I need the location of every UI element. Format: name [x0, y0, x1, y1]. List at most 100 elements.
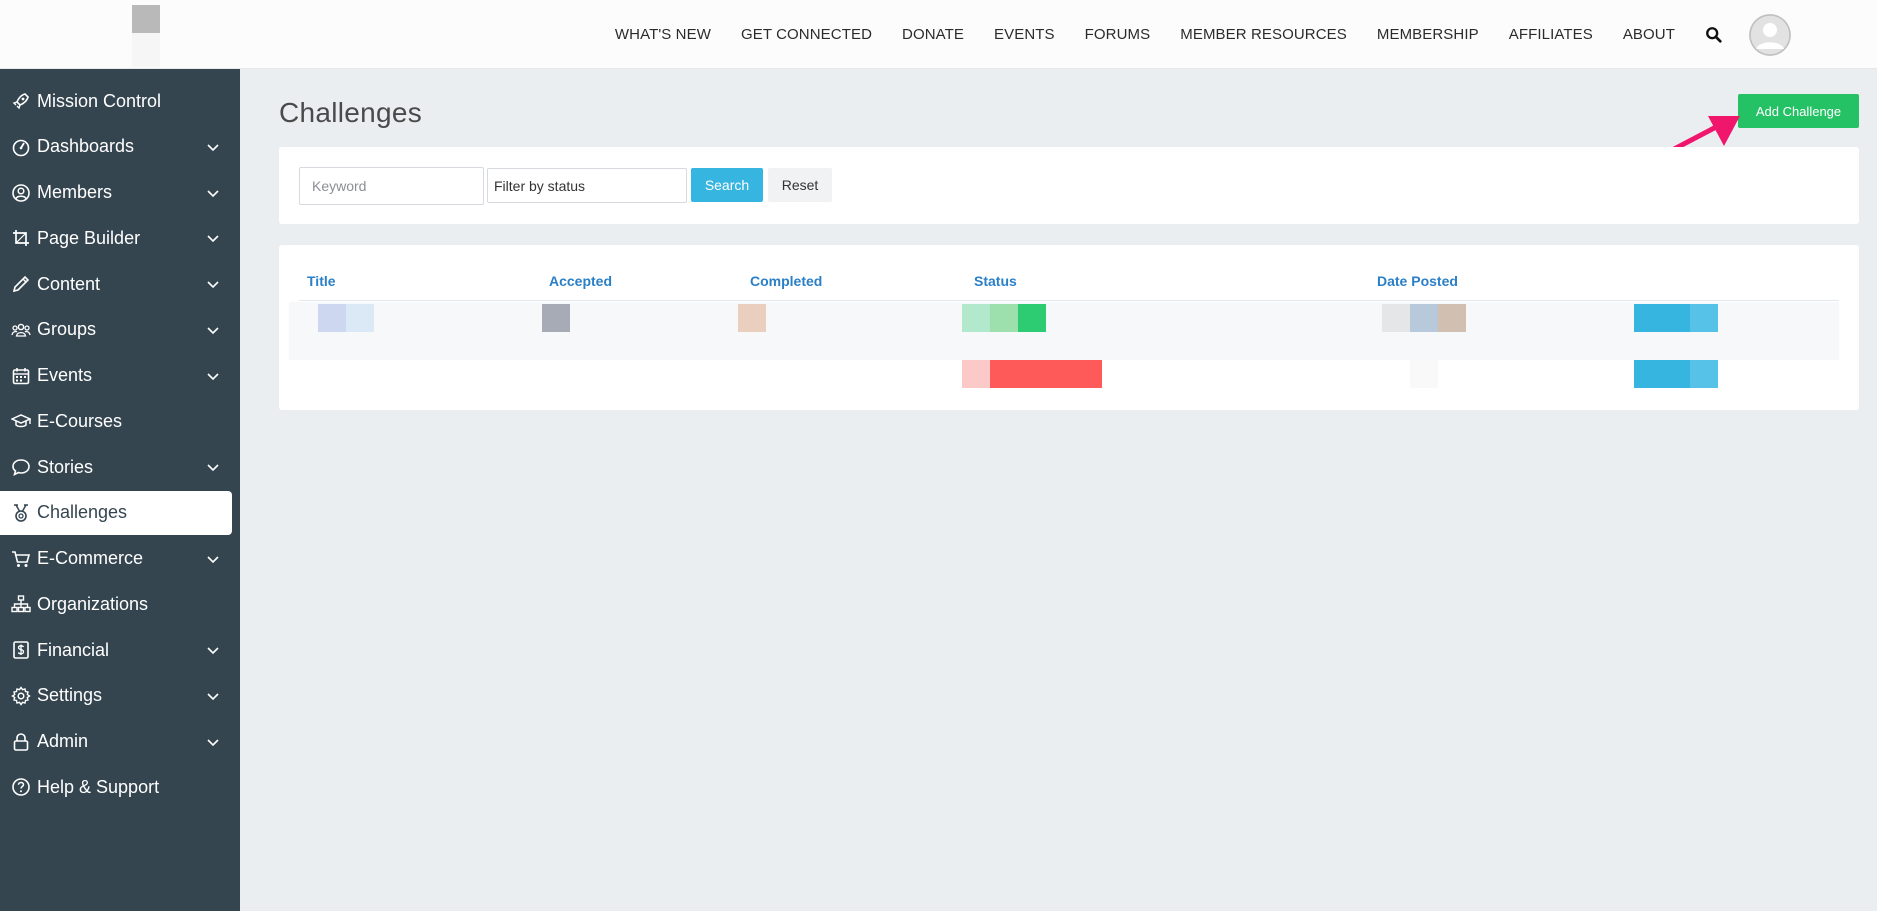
sidebar-item-organizations[interactable]: Organizations: [0, 582, 232, 626]
speech-bubble-icon: [12, 459, 30, 477]
sidebar-item-label: Dashboards: [37, 136, 135, 157]
medal-icon: [14, 504, 28, 522]
redacted-completed-cell: [738, 304, 766, 332]
keyword-input[interactable]: [299, 167, 484, 205]
chevron-down-icon[interactable]: [206, 643, 220, 657]
column-header-accepted[interactable]: Accepted: [549, 273, 612, 289]
chevron-down-icon[interactable]: [206, 277, 220, 291]
calendar-icon: [12, 367, 30, 384]
sidebar-item-label: Settings: [37, 685, 103, 706]
chevron-down-icon[interactable]: [206, 552, 220, 566]
sidebar-item-events[interactable]: Events: [0, 354, 232, 398]
row-action-button[interactable]: [1634, 304, 1690, 332]
column-header-title[interactable]: Title: [307, 273, 336, 289]
add-challenge-button[interactable]: Add Challenge: [1738, 94, 1859, 128]
top-navigation: WHAT'S NEW GET CONNECTED DONATE EVENTS F…: [615, 0, 1877, 69]
sidebar-item-label: Groups: [37, 319, 97, 340]
sidebar-item-mission-control[interactable]: Mission Control: [0, 79, 232, 123]
chevron-down-icon[interactable]: [206, 140, 220, 154]
site-logo-shadow: [132, 33, 160, 67]
dollar-icon: [13, 641, 29, 659]
gear-icon: [11, 686, 31, 706]
redacted-date-cell: [1410, 304, 1438, 332]
nav-forums[interactable]: FORUMS: [1085, 26, 1151, 43]
sidebar-item-label: Mission Control: [37, 90, 162, 111]
redacted-accepted-cell: [542, 304, 570, 332]
search-icon[interactable]: [1705, 26, 1723, 44]
sitemap-icon: [11, 595, 31, 613]
user-avatar-icon[interactable]: [1749, 13, 1791, 56]
nav-get-connected[interactable]: GET CONNECTED: [741, 26, 872, 43]
chevron-down-icon[interactable]: [206, 231, 220, 245]
column-header-completed[interactable]: Completed: [750, 273, 822, 289]
redacted-title-cell: [346, 304, 374, 332]
sidebar-item-label: Members: [37, 182, 113, 202]
nav-whats-new[interactable]: WHAT'S NEW: [615, 26, 711, 43]
table-header-divider: [299, 300, 1839, 301]
redacted-title-cell: [318, 304, 346, 332]
sidebar: Mission Control Dashboards Members Page Bui…: [0, 69, 240, 911]
nav-affiliates[interactable]: AFFILIATES: [1509, 26, 1593, 43]
sidebar-item-label: Organizations: [37, 593, 149, 614]
lock-icon: [13, 732, 29, 751]
status-badge: [990, 360, 1102, 388]
reset-button[interactable]: Reset: [768, 168, 832, 202]
nav-membership[interactable]: MEMBERSHIP: [1377, 26, 1479, 43]
crop-icon: [13, 230, 29, 247]
sidebar-item-admin[interactable]: Admin: [0, 720, 232, 764]
chevron-down-icon[interactable]: [206, 460, 220, 474]
filter-panel: Filter by status Search Reset: [279, 147, 1859, 224]
sidebar-item-e-commerce[interactable]: E-Commerce: [0, 537, 232, 581]
sidebar-item-stories[interactable]: Stories: [0, 445, 232, 489]
nav-member-resources[interactable]: MEMBER RESOURCES: [1180, 26, 1347, 43]
sidebar-item-label: Financial: [37, 639, 110, 660]
sidebar-item-e-courses[interactable]: E-Courses: [0, 399, 232, 443]
sidebar-item-label: Events: [37, 365, 93, 385]
sidebar-item-settings[interactable]: Settings: [0, 674, 232, 718]
pencil-icon: [12, 275, 30, 293]
chevron-down-icon[interactable]: [206, 689, 220, 703]
chevron-down-icon[interactable]: [206, 323, 220, 337]
sidebar-item-financial[interactable]: Financial: [0, 628, 232, 672]
redacted-date-cell: [1382, 304, 1410, 332]
table-row: [289, 333, 1839, 360]
column-header-date-posted[interactable]: Date Posted: [1377, 273, 1458, 289]
table-row: [289, 302, 1839, 333]
sidebar-item-members[interactable]: Members: [0, 171, 232, 215]
row-action-button[interactable]: [1634, 360, 1690, 388]
chevron-down-icon[interactable]: [206, 369, 220, 383]
gauge-icon: [12, 139, 30, 157]
sidebar-item-label: Stories: [37, 456, 94, 477]
sidebar-item-label: Page Builder: [37, 227, 141, 248]
rocket-icon: [12, 93, 29, 110]
users-icon: [11, 323, 31, 337]
sidebar-item-page-builder[interactable]: Page Builder: [0, 216, 232, 260]
sidebar-item-label: E-Courses: [37, 410, 123, 431]
status-filter-select[interactable]: Filter by status: [487, 168, 687, 203]
status-badge: [1018, 304, 1046, 332]
site-logo[interactable]: [132, 5, 160, 33]
sidebar-item-dashboards[interactable]: Dashboards: [0, 125, 232, 169]
status-badge: [962, 304, 990, 332]
status-badge: [990, 304, 1018, 332]
status-filter-value: Filter by status: [494, 177, 586, 194]
column-header-status[interactable]: Status: [974, 273, 1017, 289]
sidebar-item-challenges[interactable]: Challenges: [0, 490, 232, 535]
sidebar-item-label: E-Commerce: [37, 548, 144, 568]
search-button[interactable]: Search: [691, 168, 763, 202]
sidebar-item-content[interactable]: Content: [0, 262, 232, 306]
nav-donate[interactable]: DONATE: [902, 26, 964, 43]
nav-about[interactable]: ABOUT: [1623, 26, 1675, 43]
chevron-down-icon[interactable]: [206, 186, 220, 200]
sidebar-item-label: Content: [37, 273, 101, 294]
sidebar-item-label: Help & Support: [37, 776, 160, 797]
redacted-date-cell: [1410, 360, 1438, 388]
chevron-down-icon[interactable]: [206, 735, 220, 749]
sidebar-item-groups[interactable]: Groups: [0, 308, 232, 352]
row-action-button[interactable]: [1690, 304, 1718, 332]
row-action-button[interactable]: [1690, 360, 1718, 388]
sidebar-item-label: Admin: [37, 731, 89, 751]
sidebar-item-help-and-support[interactable]: Help & Support: [0, 765, 232, 809]
nav-events[interactable]: EVENTS: [994, 26, 1055, 43]
page-title: Challenges: [279, 97, 423, 128]
